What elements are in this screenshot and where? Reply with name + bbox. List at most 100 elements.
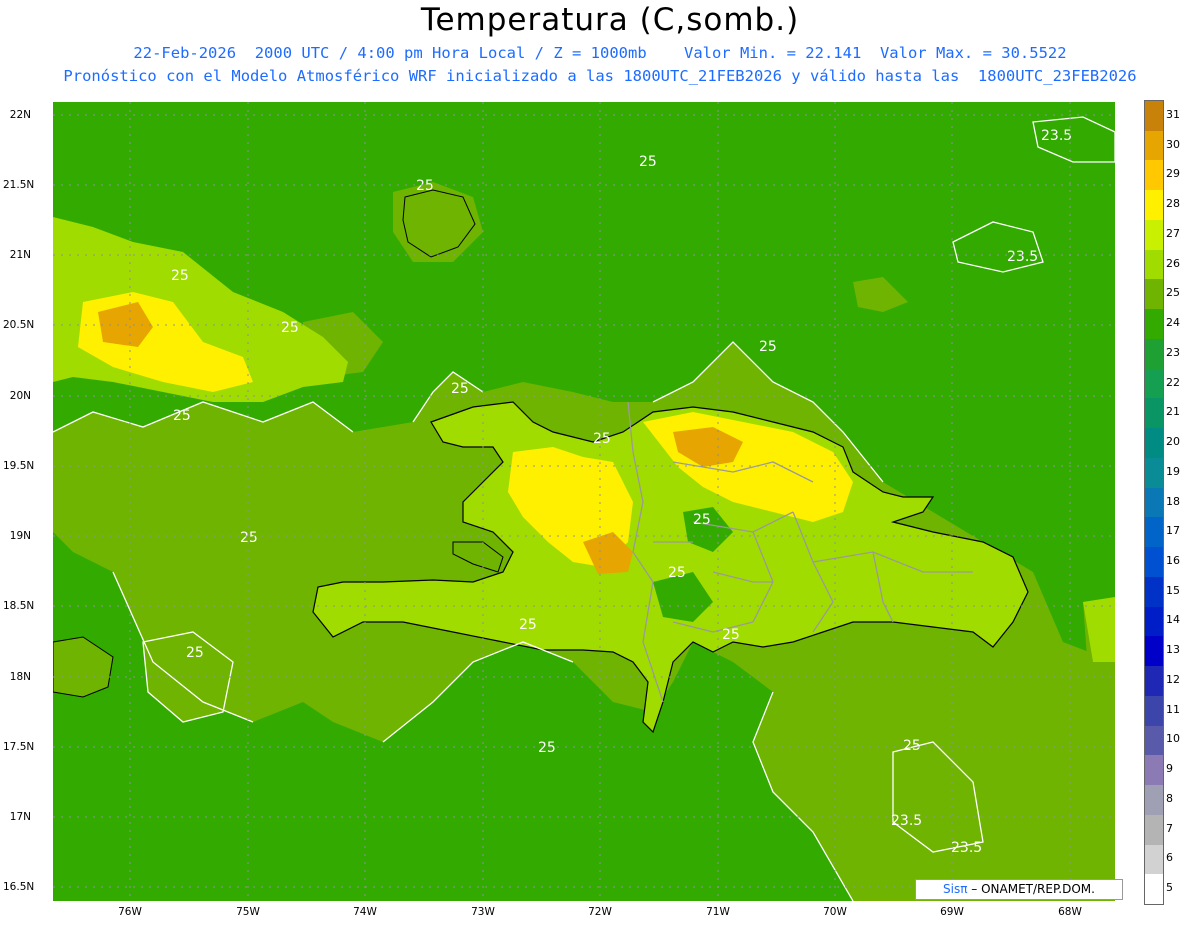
lon-label: 73W	[471, 906, 495, 918]
lon-label: 74W	[353, 906, 377, 918]
lat-label: 18.5N	[3, 600, 35, 612]
lon-label: 70W	[823, 906, 847, 918]
colorbar-label: 24	[1166, 316, 1180, 330]
colorbar-segment	[1145, 755, 1163, 786]
colorbar-label: 15	[1166, 583, 1180, 597]
colorbar-label: 13	[1166, 643, 1180, 657]
contour-label: 23.5	[951, 840, 982, 856]
colorbar-label: 22	[1166, 375, 1180, 389]
contour-label: 23.5	[1041, 128, 1072, 144]
colorbar-segment	[1145, 249, 1163, 280]
colorbar-segment	[1145, 130, 1163, 161]
colorbar-label: 6	[1166, 851, 1173, 865]
colorbar-segment	[1145, 844, 1163, 875]
colorbar-label: 14	[1166, 613, 1180, 627]
lon-label: 69W	[940, 906, 964, 918]
lat-label: 21.5N	[3, 179, 35, 191]
subtitle-valid-time: 22-Feb-2026 2000 UTC / 4:00 pm Hora Loca…	[133, 44, 1067, 62]
lat-label: 21N	[9, 249, 31, 261]
contour-label: 25	[668, 565, 686, 581]
colorbar-label: 28	[1166, 197, 1180, 211]
contour-label: 25	[722, 627, 740, 643]
colorbar-label: 20	[1166, 435, 1180, 449]
lat-label: 19.5N	[3, 460, 35, 472]
colorbar-segment	[1145, 219, 1163, 251]
lat-label: 22N	[9, 109, 31, 121]
contour-label: 23.5	[1007, 249, 1038, 265]
contour-label: 25	[173, 408, 191, 424]
contour-label: 25	[693, 512, 711, 528]
contour-label: 25	[519, 617, 537, 633]
colorbar	[1144, 100, 1164, 905]
lat-label: 19N	[9, 530, 31, 542]
colorbar-label: 31	[1166, 107, 1180, 121]
map-title: Temperatura (C,somb.)	[420, 2, 800, 38]
contour-label: 25	[759, 339, 777, 355]
contour-label: 23.5	[891, 813, 922, 829]
colorbar-label: 21	[1166, 405, 1180, 419]
colorbar-segment	[1145, 190, 1163, 221]
lat-label: 20N	[9, 390, 31, 402]
colorbar-segment	[1145, 695, 1163, 727]
contour-label: 25	[538, 740, 556, 756]
colorbar-label: 10	[1166, 732, 1180, 746]
credit-box: Sisπ – ONAMET/REP.DOM.	[915, 879, 1123, 900]
contour-label: 25	[281, 320, 299, 336]
colorbar-label: 8	[1166, 791, 1173, 805]
colorbar-label: 27	[1166, 226, 1180, 240]
colorbar-segment	[1145, 576, 1163, 608]
colorbar-segment	[1145, 785, 1163, 816]
colorbar-label: 5	[1166, 881, 1173, 895]
contour-label: 25	[240, 530, 258, 546]
colorbar-segment	[1145, 279, 1163, 310]
credit-brand: Sisπ	[943, 882, 968, 896]
colorbar-label: 18	[1166, 494, 1180, 508]
colorbar-segment	[1145, 547, 1163, 578]
colorbar-segment	[1145, 666, 1163, 697]
contour-label: 25	[639, 154, 657, 170]
contour-label: 25	[416, 178, 434, 194]
contour-label: 25	[171, 268, 189, 284]
colorbar-label: 26	[1166, 256, 1180, 270]
colorbar-label: 16	[1166, 553, 1180, 567]
colorbar-segment	[1145, 487, 1163, 518]
lon-label: 68W	[1058, 906, 1082, 918]
colorbar-label: 19	[1166, 464, 1180, 478]
lat-label: 16.5N	[3, 881, 35, 893]
lon-label: 75W	[236, 906, 260, 918]
contour-label: 25	[451, 381, 469, 397]
contour-label: 25	[903, 738, 921, 754]
lat-label: 20.5N	[3, 319, 35, 331]
colorbar-label: 23	[1166, 345, 1180, 359]
colorbar-segment	[1145, 368, 1163, 399]
colorbar-segment	[1145, 606, 1163, 637]
colorbar-segment	[1145, 160, 1163, 191]
colorbar-segment	[1145, 338, 1163, 370]
colorbar-segment	[1145, 874, 1163, 905]
subtitle-model-info: Pronóstico con el Modelo Atmosférico WRF…	[63, 67, 1137, 85]
contour-label: 25	[593, 431, 611, 447]
colorbar-label: 25	[1166, 286, 1180, 300]
colorbar-segment	[1145, 457, 1163, 489]
colorbar-segment	[1145, 309, 1163, 340]
temperature-map: 25 25 25 25 25 25 25 25 25 25 25 25 25 2…	[53, 102, 1115, 901]
colorbar-segment	[1145, 725, 1163, 756]
lat-label: 17N	[9, 811, 31, 823]
colorbar-label: 30	[1166, 137, 1180, 151]
lon-label: 71W	[706, 906, 730, 918]
colorbar-segment	[1145, 428, 1163, 459]
colorbar-label: 11	[1166, 702, 1180, 716]
credit-text: – ONAMET/REP.DOM.	[967, 882, 1095, 896]
colorbar-label: 7	[1166, 821, 1173, 835]
lat-label: 18N	[9, 671, 31, 683]
colorbar-label: 29	[1166, 167, 1180, 181]
colorbar-label: 17	[1166, 524, 1180, 538]
colorbar-segment	[1145, 636, 1163, 667]
lon-label: 76W	[118, 906, 142, 918]
colorbar-segment	[1145, 101, 1163, 132]
colorbar-label: 12	[1166, 672, 1180, 686]
contour-label: 25	[186, 645, 204, 661]
colorbar-segment	[1145, 517, 1163, 548]
lon-label: 72W	[588, 906, 612, 918]
colorbar-segment	[1145, 398, 1163, 429]
